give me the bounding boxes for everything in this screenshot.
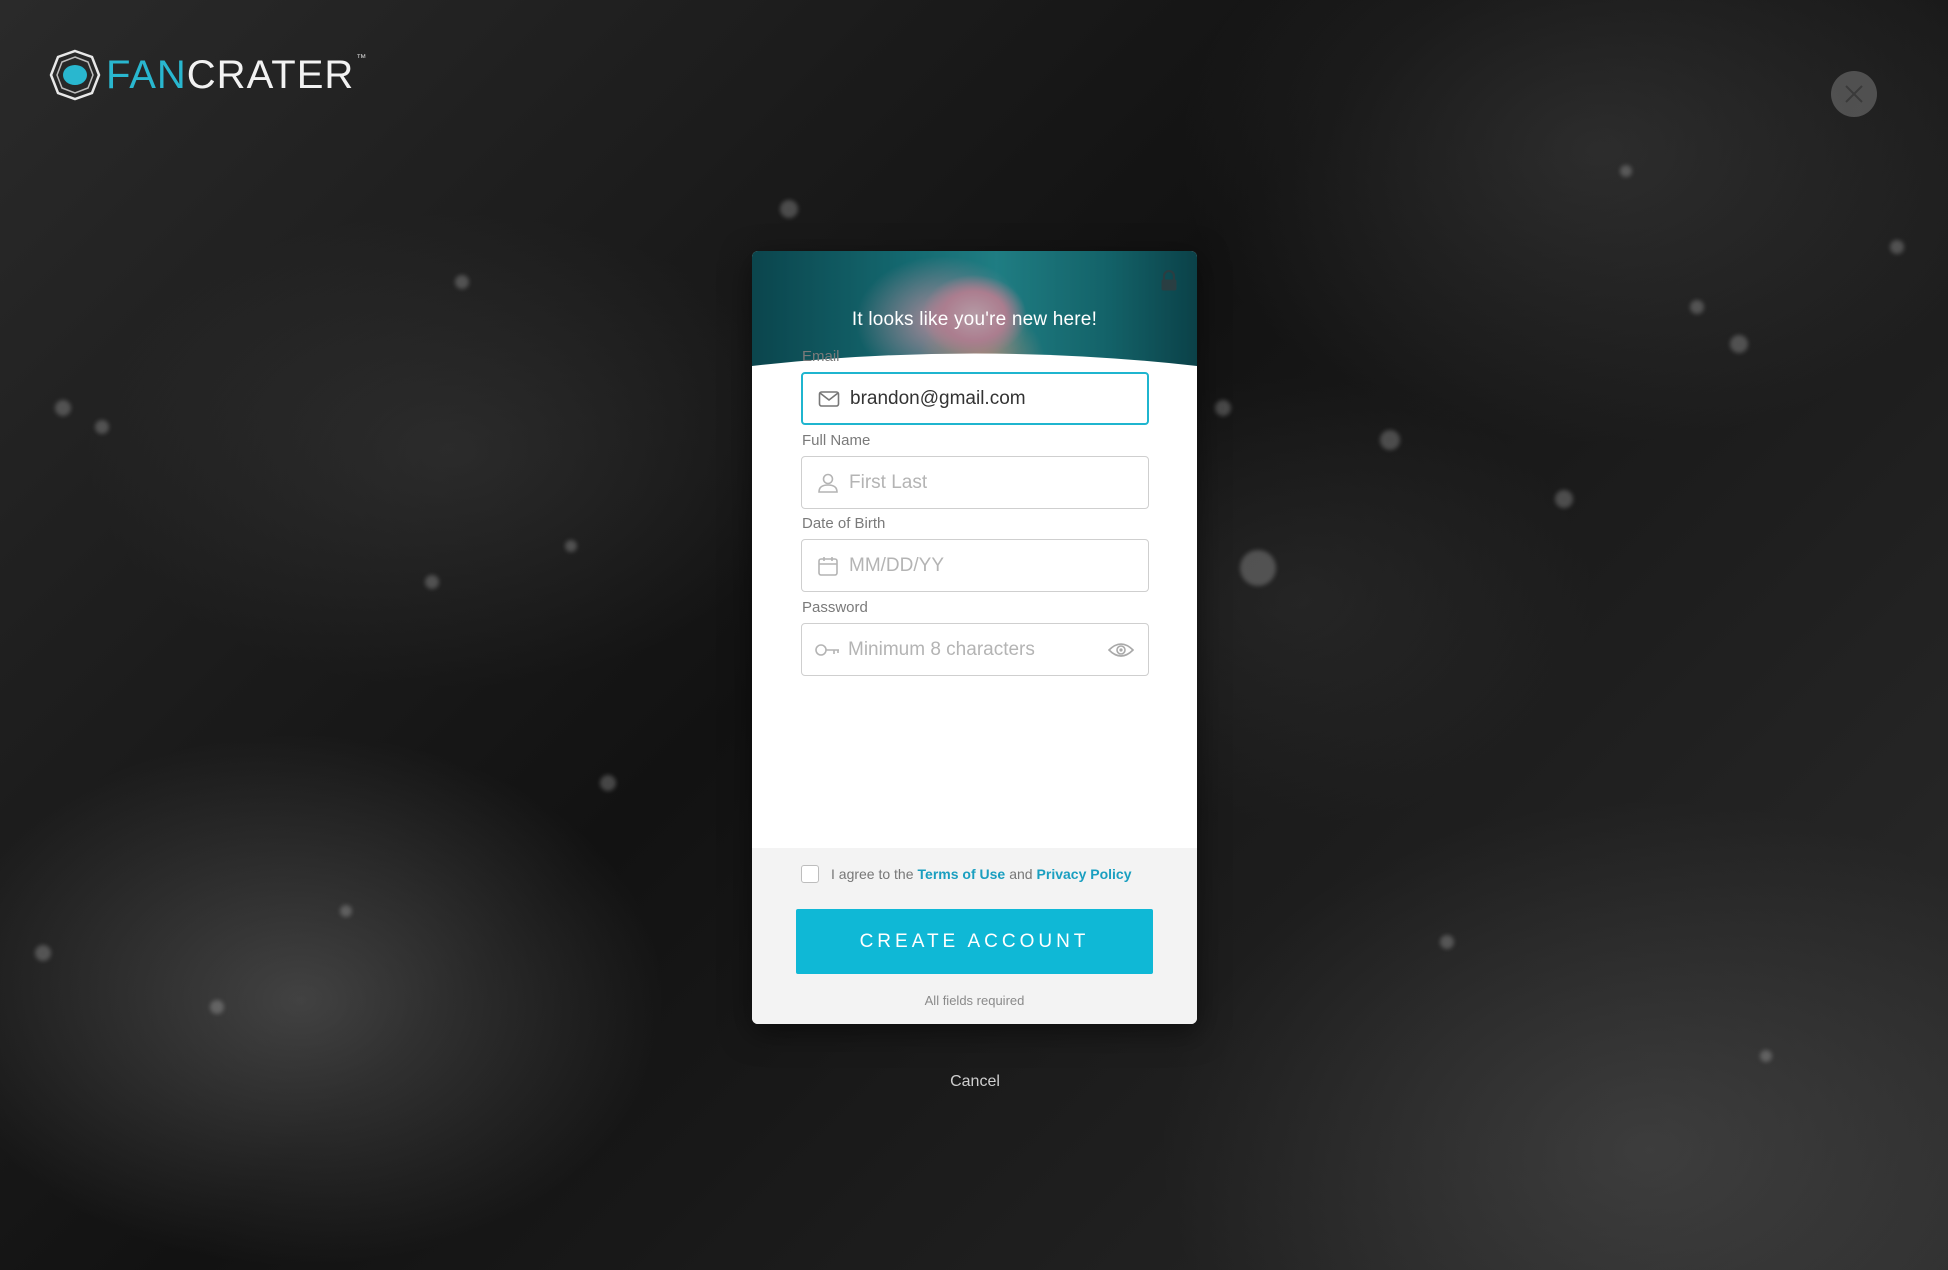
dob-field-box: [801, 539, 1149, 592]
brand-name-crater: CRATER: [186, 52, 355, 97]
email-field-box: [801, 372, 1149, 425]
lock-icon: [1161, 270, 1177, 291]
dob-label: Date of Birth: [802, 515, 886, 532]
privacy-policy-link[interactable]: Privacy Policy: [1037, 866, 1132, 882]
signup-card: It looks like you're new here! Email Ful…: [752, 251, 1197, 1024]
brand-wordmark: FANCRATER ™: [106, 53, 367, 98]
password-field-box: [801, 623, 1149, 676]
cancel-link[interactable]: Cancel: [900, 1073, 1050, 1091]
full-name-label: Full Name: [802, 432, 871, 449]
brand-logo[interactable]: FANCRATER ™: [48, 48, 367, 102]
trademark: ™: [356, 52, 368, 64]
agree-conjunction: and: [1009, 866, 1033, 882]
eye-icon[interactable]: [1108, 641, 1134, 659]
hero-banner: It looks like you're new here!: [752, 251, 1197, 396]
email-label: Email: [802, 348, 840, 365]
fancrater-logo-icon: [49, 49, 101, 101]
signup-footer: I agree to the Terms of Use and Privacy …: [752, 848, 1197, 1024]
password-input[interactable]: [848, 638, 1108, 661]
brand-name-fan: FAN: [106, 52, 187, 97]
terms-agreement: I agree to the Terms of Use and Privacy …: [801, 865, 1132, 883]
close-icon: [1845, 85, 1863, 103]
agree-prefix: I agree to the: [831, 866, 914, 882]
close-button[interactable]: [1831, 71, 1877, 117]
envelope-icon: [818, 390, 840, 407]
full-name-input[interactable]: [849, 471, 1148, 494]
calendar-icon: [818, 556, 838, 576]
email-input[interactable]: [850, 387, 1147, 410]
terms-checkbox[interactable]: [801, 865, 819, 883]
dob-input[interactable]: [849, 554, 1148, 577]
user-icon: [818, 473, 838, 493]
create-account-button[interactable]: CREATE ACCOUNT: [796, 909, 1153, 974]
full-name-field-box: [801, 456, 1149, 509]
key-icon: [815, 643, 839, 656]
password-label: Password: [802, 599, 868, 616]
terms-of-use-link[interactable]: Terms of Use: [918, 866, 1006, 882]
required-note: All fields required: [924, 993, 1025, 1008]
signup-heading: It looks like you're new here!: [851, 309, 1098, 330]
